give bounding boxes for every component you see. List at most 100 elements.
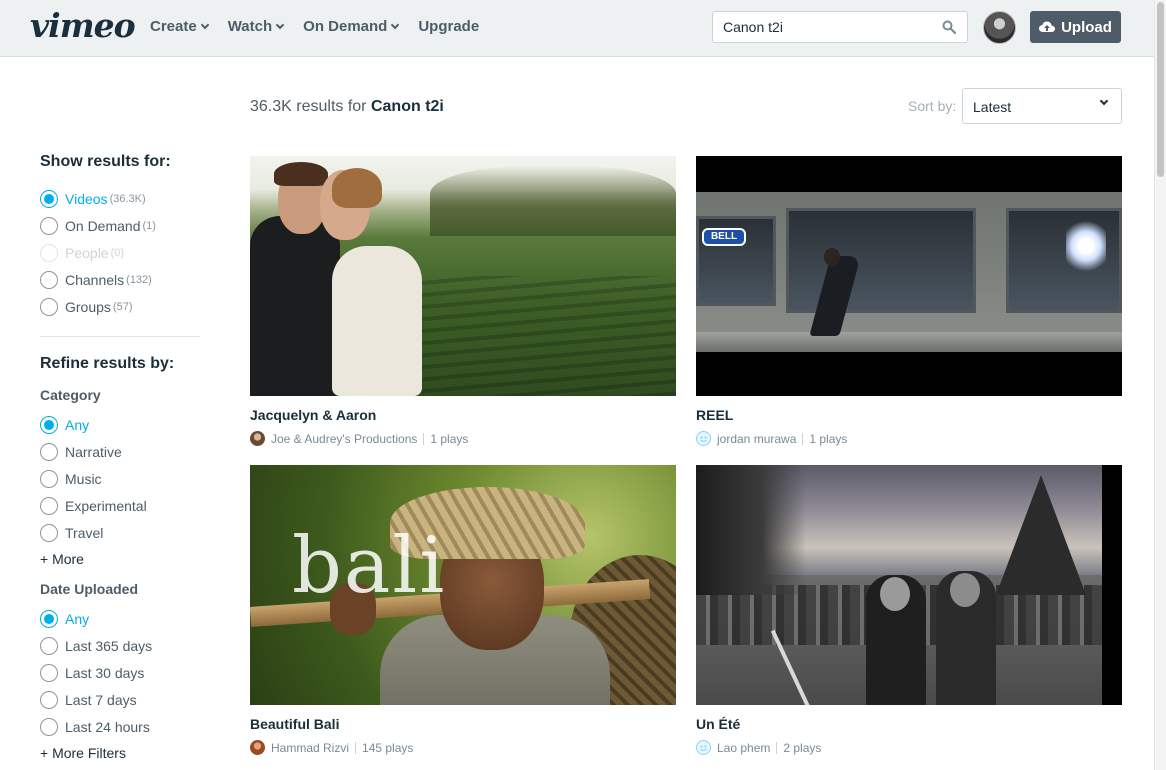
date-last-24h[interactable]: Last 24 hours	[40, 713, 200, 740]
category-narrative[interactable]: Narrative	[40, 438, 200, 465]
radio-button[interactable]	[40, 609, 58, 628]
video-card: Un Été Lao phem 2 plays	[696, 465, 1122, 755]
radio-button[interactable]	[40, 415, 58, 434]
cloud-upload-icon	[1039, 21, 1056, 32]
owner-avatar[interactable]	[696, 431, 711, 446]
owner-avatar[interactable]	[250, 431, 265, 446]
date-any[interactable]: Any	[40, 605, 200, 632]
nav-watch-label: Watch	[227, 18, 273, 35]
video-owner[interactable]: Joe & Audrey's Productions	[271, 432, 417, 446]
page-scrollbar[interactable]	[1154, 0, 1166, 770]
video-title[interactable]: REEL	[696, 407, 1122, 423]
nav-on-demand-label: On Demand	[303, 18, 388, 35]
video-title[interactable]: Jacquelyn & Aaron	[250, 407, 676, 423]
filter-groups[interactable]: Groups (57)	[40, 293, 200, 320]
filter-count: (132)	[126, 273, 152, 286]
video-thumbnail[interactable]: bali	[250, 465, 676, 705]
video-title[interactable]: Un Été	[696, 716, 1122, 732]
video-card: Jacquelyn & Aaron Joe & Audrey's Product…	[250, 156, 676, 446]
category-travel[interactable]: Travel	[40, 519, 200, 546]
upload-label: Upload	[1061, 18, 1112, 36]
filter-label: Channels	[65, 271, 125, 288]
sort-value: Latest	[973, 99, 1012, 115]
date-last-365[interactable]: Last 365 days	[40, 632, 200, 659]
more-filters-link[interactable]: + More Filters	[40, 745, 200, 761]
refine-heading: Refine results by:	[40, 355, 175, 372]
category-music[interactable]: Music	[40, 465, 200, 492]
category-experimental[interactable]: Experimental	[40, 492, 200, 519]
scrollbar-thumb[interactable]	[1157, 2, 1164, 177]
radio-button[interactable]	[40, 636, 58, 655]
vimeo-logo[interactable]: vimeo	[30, 6, 136, 45]
radio-button[interactable]	[40, 270, 58, 289]
video-thumbnail[interactable]	[250, 156, 676, 396]
filter-label: Videos	[65, 190, 108, 207]
radio-button[interactable]	[40, 523, 58, 542]
video-card: bali Beautiful Bali Hammad Rizvi 145 pla…	[250, 465, 676, 755]
upload-button[interactable]: Upload	[1030, 11, 1121, 43]
filter-label: Groups	[65, 298, 111, 315]
category-more-link[interactable]: + More	[40, 551, 200, 567]
owner-avatar[interactable]	[696, 740, 711, 755]
meta-separator	[423, 432, 425, 445]
radio-button[interactable]	[40, 717, 58, 736]
radio-button[interactable]	[40, 442, 58, 461]
radio-button[interactable]	[40, 297, 58, 316]
video-owner[interactable]: Hammad Rizvi	[271, 741, 349, 755]
sort-select[interactable]: Latest	[962, 88, 1122, 124]
video-card: BELL REEL jordan murawa 1 plays	[696, 156, 1122, 446]
category-label: Music	[65, 470, 102, 487]
video-thumbnail[interactable]: BELL	[696, 156, 1122, 396]
video-owner[interactable]: Lao phem	[717, 741, 770, 755]
nav-create[interactable]: Create	[150, 18, 209, 35]
thumb-decor	[824, 248, 840, 266]
radio-button[interactable]	[40, 189, 58, 208]
chevron-down-icon	[391, 20, 400, 29]
thumb-decor	[696, 465, 806, 595]
filter-videos[interactable]: Videos (36.3K)	[40, 185, 200, 212]
sort-label: Sort by:	[908, 98, 957, 114]
filter-channels[interactable]: Channels (132)	[40, 266, 200, 293]
thumb-decor	[786, 208, 976, 313]
video-meta: Hammad Rizvi 145 plays	[250, 740, 676, 755]
thumb-decor	[696, 332, 1122, 352]
date-last-7[interactable]: Last 7 days	[40, 686, 200, 713]
filter-count: (1)	[142, 219, 156, 232]
radio-button[interactable]	[40, 496, 58, 515]
video-title[interactable]: Beautiful Bali	[250, 716, 676, 732]
video-plays: 1 plays	[809, 431, 848, 446]
owner-avatar[interactable]	[250, 740, 265, 755]
date-last-30[interactable]: Last 30 days	[40, 659, 200, 686]
video-meta: Joe & Audrey's Productions 1 plays	[250, 431, 676, 446]
date-label: Last 30 days	[65, 664, 145, 681]
category-any[interactable]: Any	[40, 411, 200, 438]
filter-on-demand[interactable]: On Demand (1)	[40, 212, 200, 239]
main-nav: Create Watch On Demand Upgrade	[150, 18, 499, 35]
results-summary: 36.3K results for Canon t2i	[250, 98, 444, 116]
radio-button[interactable]	[40, 216, 58, 235]
video-plays: 1 plays	[430, 431, 469, 446]
filter-people: People (0)	[40, 239, 200, 266]
sidebar-divider	[40, 336, 200, 337]
nav-upgrade[interactable]: Upgrade	[418, 18, 479, 35]
thumb-sign: BELL	[702, 228, 746, 246]
radio-button[interactable]	[40, 469, 58, 488]
thumb-decor	[274, 162, 328, 186]
category-label: Narrative	[65, 443, 122, 460]
nav-watch[interactable]: Watch	[227, 18, 285, 35]
filter-count: (0)	[110, 246, 125, 259]
radio-button[interactable]	[40, 663, 58, 682]
meta-separator	[776, 741, 778, 754]
video-thumbnail[interactable]	[696, 465, 1122, 705]
meta-separator	[802, 432, 804, 445]
video-owner[interactable]: jordan murawa	[717, 432, 796, 446]
date-label: Any	[65, 610, 90, 627]
date-label: Last 7 days	[65, 691, 137, 708]
search-icon[interactable]	[942, 20, 956, 34]
chevron-down-icon	[200, 20, 209, 29]
radio-button[interactable]	[40, 690, 58, 709]
nav-on-demand[interactable]: On Demand	[303, 18, 400, 35]
user-avatar[interactable]	[983, 11, 1016, 44]
category-label: Travel	[65, 524, 104, 541]
search-input[interactable]	[713, 12, 933, 42]
